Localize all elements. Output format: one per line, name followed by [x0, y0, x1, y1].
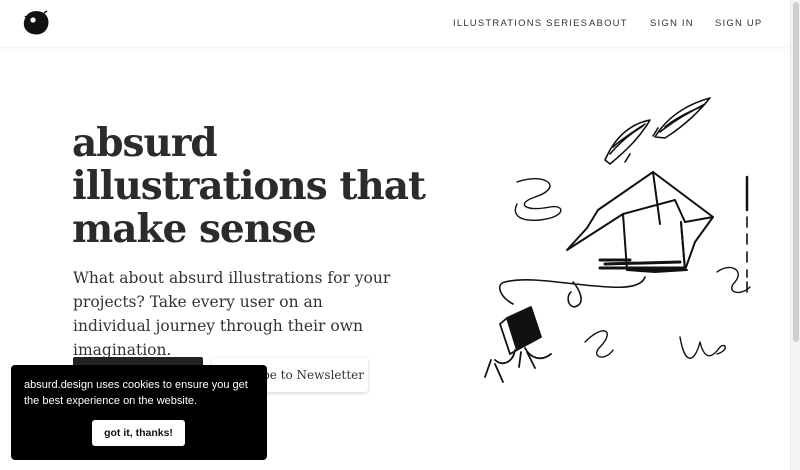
accept-cookies-button[interactable]: got it, thanks! [92, 420, 185, 446]
scrollbar-thumb[interactable] [793, 2, 799, 342]
cookie-consent-banner: absurd.design uses cookies to ensure you… [11, 365, 267, 460]
page-scrollbar[interactable] [790, 0, 800, 470]
headline-line-1: absurd [72, 120, 218, 166]
headline-line-3: make sense [72, 206, 317, 252]
nav-about[interactable]: ABOUT [589, 18, 628, 29]
headline-line-2: illustrations that [72, 163, 426, 209]
nav-sign-up[interactable]: SIGN UP [715, 18, 762, 29]
top-navbar: ILLUSTRATIONS SERIES ABOUT SIGN IN SIGN … [0, 0, 790, 47]
flying-box-house-illustration [484, 97, 751, 383]
ink-blob-logo-icon[interactable] [22, 10, 50, 36]
hero-subtitle: What about absurd illustrations for your… [73, 269, 391, 359]
nav-illustrations-series[interactable]: ILLUSTRATIONS SERIES [453, 18, 588, 29]
nav-sign-in[interactable]: SIGN IN [650, 18, 694, 29]
cookie-banner-text: absurd.design uses cookies to ensure you… [24, 379, 248, 407]
hero-headline: absurd illustrations that make sense [72, 122, 432, 251]
